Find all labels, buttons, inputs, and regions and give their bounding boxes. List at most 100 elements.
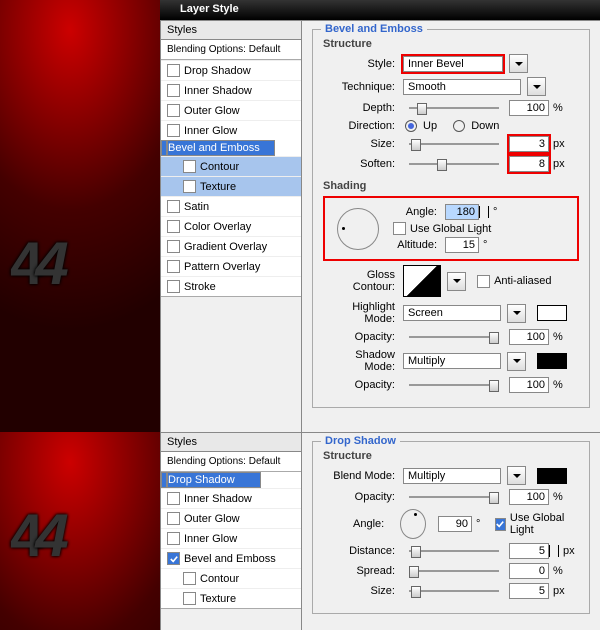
ds-angle-input[interactable] (438, 516, 472, 532)
highlight-mode-btn[interactable] (507, 304, 526, 323)
style-row-texture[interactable]: Texture (161, 588, 301, 608)
altitude-input[interactable] (445, 237, 479, 253)
style-checkbox[interactable] (167, 552, 180, 565)
style-row-color-overlay[interactable]: Color Overlay (161, 216, 301, 236)
depth-input[interactable] (509, 100, 549, 116)
style-label: Satin (184, 201, 209, 213)
style-checkbox[interactable] (167, 124, 180, 137)
style-label: Color Overlay (184, 221, 251, 233)
style-row-contour[interactable]: Contour (161, 568, 301, 588)
text-cursor-icon (549, 545, 559, 557)
style-row-inner-glow[interactable]: Inner Glow (161, 120, 301, 140)
anti-aliased-label: Anti-aliased (494, 275, 551, 287)
sh-opacity-slider[interactable] (409, 378, 499, 392)
style-checkbox[interactable] (167, 240, 180, 253)
style-row-bevel-and-emboss[interactable]: Bevel and Emboss (161, 140, 275, 156)
direction-up-radio[interactable] (405, 120, 417, 132)
style-checkbox[interactable] (167, 260, 180, 273)
blend-color-swatch[interactable] (537, 468, 567, 484)
style-checkbox[interactable] (183, 572, 196, 585)
ds-opacity-input[interactable] (509, 489, 549, 505)
technique-select[interactable]: Smooth (403, 79, 521, 95)
ds-opacity-label: Opacity: (323, 491, 395, 503)
size-slider[interactable] (409, 137, 499, 151)
style-row-texture[interactable]: Texture (161, 176, 301, 196)
ds-size-input[interactable] (509, 583, 549, 599)
shadow-color-swatch[interactable] (537, 353, 567, 369)
style-row-bevel-and-emboss[interactable]: Bevel and Emboss (161, 548, 301, 568)
spread-input[interactable] (509, 563, 549, 579)
blend-mode-btn[interactable] (507, 466, 526, 485)
anti-aliased-check[interactable] (477, 275, 490, 288)
style-row-pattern-overlay[interactable]: Pattern Overlay (161, 256, 301, 276)
style-select[interactable]: Inner Bevel (403, 56, 503, 72)
gloss-contour-picker[interactable] (403, 265, 441, 297)
style-checkbox[interactable] (167, 220, 180, 233)
sh-opacity-input[interactable] (509, 377, 549, 393)
gloss-contour-btn[interactable] (447, 272, 466, 291)
angle-label: Angle: (393, 206, 437, 218)
style-label: Contour (200, 161, 239, 173)
blending-options-header[interactable]: Blending Options: Default (161, 452, 301, 472)
style-checkbox[interactable] (167, 492, 180, 505)
style-checkbox[interactable] (167, 104, 180, 117)
shadow-mode-btn[interactable] (507, 352, 526, 371)
style-checkbox[interactable] (183, 592, 196, 605)
depth-slider[interactable] (409, 101, 499, 115)
size-input[interactable] (509, 136, 549, 152)
shadow-mode-select[interactable]: Multiply (403, 353, 501, 369)
distance-slider[interactable] (409, 544, 499, 558)
style-row-drop-shadow[interactable]: Drop Shadow (161, 472, 261, 488)
highlight-color-swatch[interactable] (537, 305, 567, 321)
style-label: Inner Shadow (184, 493, 252, 505)
soften-label: Soften: (323, 158, 395, 170)
px-unit: px (553, 158, 565, 170)
pct-unit: % (553, 102, 563, 114)
dir-up-label: Up (423, 120, 437, 132)
style-row-satin[interactable]: Satin (161, 196, 301, 216)
style-label: Style: (323, 58, 395, 70)
size-label: Size: (323, 138, 395, 150)
style-row-drop-shadow[interactable]: Drop Shadow (161, 60, 301, 80)
blending-options-header[interactable]: Blending Options: Default (161, 40, 301, 60)
distance-input[interactable] (509, 543, 549, 559)
style-checkbox[interactable] (167, 200, 180, 213)
hl-opacity-slider[interactable] (409, 330, 499, 344)
style-row-gradient-overlay[interactable]: Gradient Overlay (161, 236, 301, 256)
shadow-mode-label: Shadow Mode: (323, 349, 395, 373)
styles-header: Styles (161, 21, 301, 40)
style-checkbox[interactable] (167, 532, 180, 545)
spread-slider[interactable] (409, 564, 499, 578)
ds-angle-dial[interactable] (400, 509, 426, 539)
style-row-inner-glow[interactable]: Inner Glow (161, 528, 301, 548)
style-select-btn[interactable] (509, 54, 528, 73)
style-checkbox[interactable] (167, 280, 180, 293)
ds-use-global-light-check[interactable] (495, 518, 506, 531)
style-checkbox[interactable] (167, 64, 180, 77)
style-checkbox[interactable] (183, 160, 196, 173)
angle-dial[interactable] (337, 208, 379, 250)
style-row-outer-glow[interactable]: Outer Glow (161, 100, 301, 120)
dropshadow-legend: Drop Shadow (321, 435, 400, 447)
style-row-contour[interactable]: Contour (161, 156, 301, 176)
highlight-mode-label: Highlight Mode: (323, 301, 395, 325)
soften-input[interactable] (509, 156, 549, 172)
highlight-mode-select[interactable]: Screen (403, 305, 501, 321)
style-row-inner-shadow[interactable]: Inner Shadow (161, 80, 301, 100)
blend-mode-select[interactable]: Multiply (403, 468, 501, 484)
ds-size-slider[interactable] (409, 584, 499, 598)
ds-opacity-slider[interactable] (409, 490, 499, 504)
style-checkbox[interactable] (167, 512, 180, 525)
soften-slider[interactable] (409, 157, 499, 171)
style-row-outer-glow[interactable]: Outer Glow (161, 508, 301, 528)
direction-down-radio[interactable] (453, 120, 465, 132)
use-global-light-check[interactable] (393, 222, 406, 235)
style-checkbox[interactable] (167, 84, 180, 97)
hl-opacity-input[interactable] (509, 329, 549, 345)
style-row-inner-shadow[interactable]: Inner Shadow (161, 488, 301, 508)
style-checkbox[interactable] (183, 180, 196, 193)
use-global-light-label: Use Global Light (410, 223, 491, 235)
angle-input[interactable] (445, 204, 479, 220)
technique-select-btn[interactable] (527, 77, 546, 96)
style-row-stroke[interactable]: Stroke (161, 276, 301, 296)
